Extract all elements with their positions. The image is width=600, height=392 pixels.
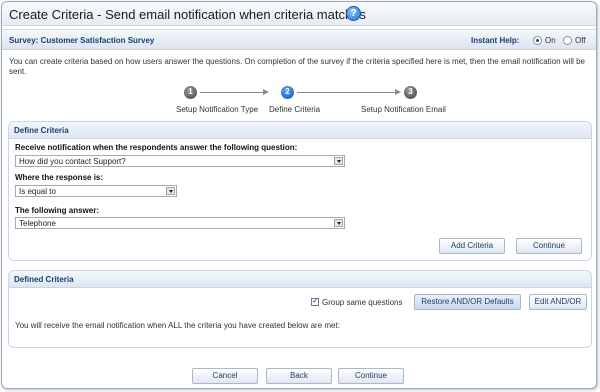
step-2-icon: 2 [281,86,294,99]
edit-and-or-button[interactable]: Edit AND/OR [529,294,587,310]
chevron-down-icon [166,187,175,195]
step-connector [200,92,264,93]
instant-help-off-label: Off [575,36,586,45]
instant-help-off-radio[interactable] [563,36,572,45]
answer-label: The following answer: [15,206,100,215]
instant-help-on-radio[interactable] [533,36,542,45]
response-select[interactable]: Is equal to [15,185,177,197]
continue-criteria-button[interactable]: Continue [516,238,582,254]
question-select-value: How did you contact Support? [19,157,126,166]
instant-help-on-label: On [545,36,556,45]
chevron-down-icon [334,219,343,227]
answer-select-value: Telephone [19,219,56,228]
question-select[interactable]: How did you contact Support? [15,155,345,167]
group-questions-checkbox[interactable] [311,296,319,306]
step-3-label: Setup Notification Email [361,105,446,114]
add-criteria-button[interactable]: Add Criteria [439,238,505,254]
cancel-button[interactable]: Cancel [192,368,258,384]
intro-text: You can create criteria based on how use… [9,57,586,76]
question-label: Receive notification when the respondent… [15,143,298,152]
dialog-frame: Create Criteria - Send email notificatio… [1,1,597,389]
title-bar: Create Criteria - Send email notificatio… [2,2,596,26]
group-questions-label: Group same questions [322,298,403,307]
step-2-label: Define Criteria [269,105,321,114]
define-criteria-header: Define Criteria [9,122,591,139]
defined-criteria-header: Defined Criteria [9,271,591,288]
survey-bar: Survey: Customer Satisfaction Survey Ins… [2,29,596,50]
instant-help-label: Instant Help: [471,36,520,45]
step-3-icon: 3 [404,86,417,99]
back-button[interactable]: Back [266,368,332,384]
define-criteria-title: Define Criteria [14,126,69,135]
continue-button[interactable]: Continue [338,368,404,384]
step-1-icon: 1 [184,86,197,99]
step-connector [297,92,396,93]
step-1-label: Setup Notification Type [176,105,259,114]
defined-criteria-section: Defined Criteria Group same questions Re… [8,270,592,348]
survey-label: Survey: Customer Satisfaction Survey [9,36,155,45]
restore-and-or-defaults-button[interactable]: Restore AND/OR Defaults [414,294,521,310]
page-title: Create Criteria - Send email notificatio… [9,7,366,22]
response-label: Where the response is: [15,173,104,182]
response-select-value: Is equal to [19,187,56,196]
question-circle-icon[interactable]: ? [346,6,361,21]
define-criteria-section: Define Criteria Receive notification whe… [8,121,592,261]
answer-select[interactable]: Telephone [15,217,345,229]
defined-criteria-title: Defined Criteria [14,275,74,284]
criteria-note: You will receive the email notification … [15,321,340,330]
step-arrow-icon [395,89,401,95]
chevron-down-icon [334,157,343,165]
step-arrow-icon [263,89,269,95]
